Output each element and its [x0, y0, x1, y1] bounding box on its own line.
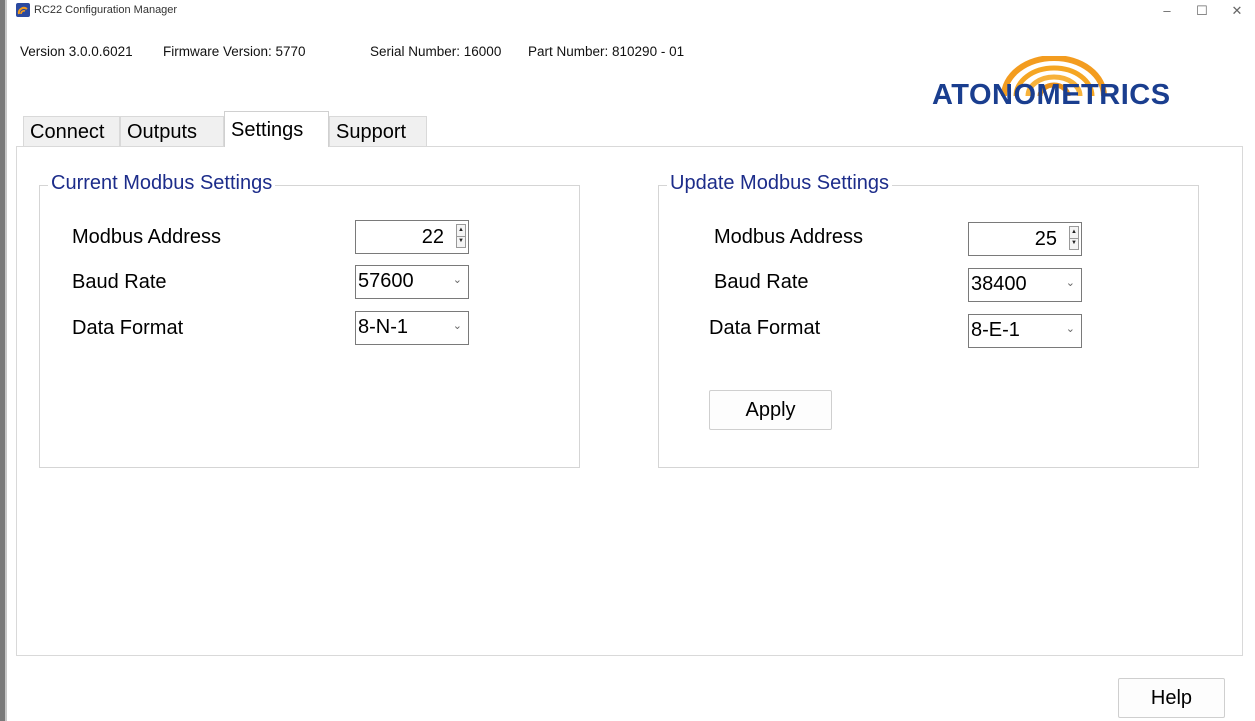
- current-data-format-value: 8-N-1: [358, 316, 409, 338]
- app-logo-icon: [16, 3, 30, 17]
- spinner-buttons: ▲ ▼: [1069, 226, 1079, 250]
- update-modbus-address-label: Modbus Address: [714, 226, 863, 248]
- window-left-border-inner: [5, 0, 7, 721]
- help-button[interactable]: Help: [1118, 678, 1225, 718]
- update-data-format-label: Data Format: [709, 317, 821, 339]
- current-modbus-address-spinner[interactable]: 22 ▲ ▼: [355, 220, 469, 254]
- current-baud-rate-select[interactable]: 57600 ⌄: [355, 265, 469, 299]
- chevron-down-icon: ⌄: [1065, 323, 1075, 335]
- logo-text: ATONOMETRICS: [932, 79, 1171, 111]
- current-data-format-label: Data Format: [72, 317, 184, 339]
- current-baud-rate-label: Baud Rate: [72, 271, 167, 293]
- current-data-format-select[interactable]: 8-N-1 ⌄: [355, 311, 469, 345]
- current-modbus-settings-title: Current Modbus Settings: [48, 172, 276, 195]
- update-baud-rate-label: Baud Rate: [714, 271, 809, 293]
- current-modbus-settings-group: Current Modbus Settings Modbus Address 2…: [39, 172, 580, 468]
- update-baud-rate-select[interactable]: 38400 ⌄: [968, 268, 1082, 302]
- minimize-button[interactable]: –: [1152, 2, 1182, 20]
- update-data-format-value: 8-E-1: [971, 319, 1020, 341]
- window-title: RC22 Configuration Manager: [34, 4, 178, 16]
- tab-connect[interactable]: Connect: [23, 116, 120, 146]
- update-modbus-address-value: 25: [1034, 228, 1057, 250]
- current-modbus-address-value: 22: [421, 226, 444, 248]
- part-number-text: Part Number: 810290 - 01: [528, 44, 685, 59]
- tab-support[interactable]: Support: [329, 116, 427, 146]
- apply-button[interactable]: Apply: [709, 390, 832, 430]
- atonometrics-logo: ATONOMETRICS: [928, 56, 1178, 112]
- spinner-buttons: ▲ ▼: [456, 224, 466, 248]
- tab-settings[interactable]: Settings: [224, 111, 329, 147]
- current-modbus-address-label: Modbus Address: [72, 226, 221, 248]
- update-modbus-settings-group: Update Modbus Settings Modbus Address 25…: [658, 172, 1199, 468]
- maximize-button[interactable]: ☐: [1187, 2, 1217, 20]
- update-data-format-select[interactable]: 8-E-1 ⌄: [968, 314, 1082, 348]
- serial-number-text: Serial Number: 16000: [370, 44, 502, 59]
- chevron-down-icon: ⌄: [452, 320, 462, 332]
- current-baud-rate-value: 57600: [358, 270, 414, 292]
- chevron-down-icon: ⌄: [1065, 277, 1075, 289]
- update-modbus-address-spinner[interactable]: 25 ▲ ▼: [968, 222, 1082, 256]
- firmware-version-text: Firmware Version: 5770: [163, 44, 306, 59]
- spinner-down-icon[interactable]: ▼: [1070, 238, 1078, 249]
- spinner-down-icon[interactable]: ▼: [457, 236, 465, 247]
- update-baud-rate-value: 38400: [971, 273, 1027, 295]
- update-modbus-settings-title: Update Modbus Settings: [667, 172, 893, 195]
- title-bar[interactable]: RC22 Configuration Manager – ☐ ✕: [7, 0, 1255, 22]
- close-button[interactable]: ✕: [1222, 2, 1252, 20]
- chevron-down-icon: ⌄: [452, 274, 462, 286]
- version-text: Version 3.0.0.6021: [20, 44, 133, 59]
- tab-outputs[interactable]: Outputs: [120, 116, 224, 146]
